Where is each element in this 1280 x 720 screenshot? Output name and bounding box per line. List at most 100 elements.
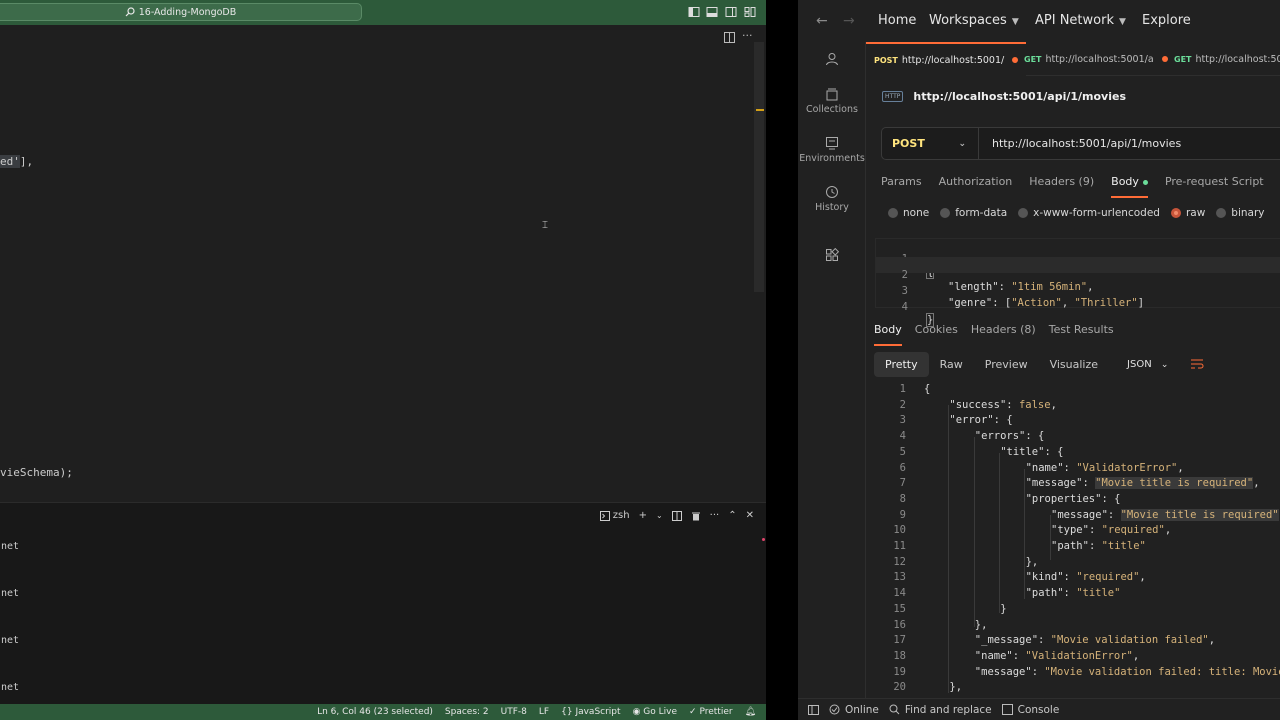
tab-response-headers[interactable]: Headers (8)	[971, 323, 1036, 346]
prettier-status[interactable]: ✓ Prettier	[689, 707, 733, 717]
line-number: 6	[899, 461, 906, 474]
request-title: HTTP http://localhost:5001/api/1/movies	[882, 90, 1126, 103]
json-key: "title"	[1000, 445, 1045, 458]
line-number: 16	[893, 618, 906, 631]
line-ending[interactable]: LF	[539, 707, 549, 717]
code-text: "message": "Movie title is required",	[1025, 477, 1260, 490]
json-punctuation: ,	[1132, 649, 1140, 662]
terminal-shell[interactable]: zsh	[599, 510, 630, 521]
go-live-button[interactable]: ◉ Go Live	[633, 707, 677, 717]
online-status[interactable]: Online	[829, 704, 879, 716]
toggle-sidebar-icon[interactable]	[688, 6, 700, 18]
json-key: "errors"	[974, 430, 1026, 443]
more-actions-icon[interactable]: ···	[742, 29, 753, 42]
encoding[interactable]: UTF-8	[501, 707, 527, 717]
customize-layout-icon[interactable]	[744, 6, 756, 18]
tab-method: POST	[874, 55, 898, 65]
view-raw[interactable]: Raw	[929, 352, 974, 377]
sidebar-item-account[interactable]	[798, 52, 866, 69]
code-text: }	[1000, 603, 1006, 615]
forward-arrow-icon[interactable]: →	[843, 13, 855, 29]
request-body-editor[interactable]: 1 { 2 "length": "1tim 56min", 3 "genre":…	[875, 238, 1280, 327]
code-line-rest: ],	[19, 155, 34, 168]
terminal-panel[interactable]: zsh + ⌄ ··· ⌃ ✕ net net net net	[0, 502, 766, 704]
nav-home[interactable]: Home	[878, 13, 916, 28]
go-live-label: Go Live	[643, 707, 678, 717]
split-editor-icon[interactable]	[724, 32, 735, 43]
tab-response-body[interactable]: Body	[874, 323, 902, 346]
sidebar-item-collections[interactable]: Collections	[798, 87, 866, 115]
tab-headers[interactable]: Headers (9)	[1029, 175, 1094, 198]
tab-authorization[interactable]: Authorization	[939, 175, 1013, 198]
tab-body[interactable]: Body	[1111, 175, 1148, 198]
json-value: "ValidatorError"	[1076, 461, 1178, 474]
new-terminal-icon[interactable]: +	[639, 510, 647, 521]
view-preview[interactable]: Preview	[974, 352, 1039, 377]
nav-explore[interactable]: Explore	[1142, 13, 1191, 28]
tab-pre-request-script[interactable]: Pre-request Script	[1165, 175, 1264, 198]
tab-request[interactable]: POST http://localhost:5001/	[866, 42, 1027, 76]
request-tabs: POST http://localhost:5001/ GET http://l…	[866, 42, 1280, 76]
response-line: 2 "success": false,	[874, 399, 1280, 415]
radio-label: none	[903, 207, 930, 219]
more-icon[interactable]: ···	[710, 510, 720, 521]
tab-request[interactable]: GET http://localhost:50	[1166, 42, 1280, 76]
split-terminal-icon[interactable]	[671, 510, 682, 521]
toggle-sidebar-button[interactable]	[808, 704, 819, 715]
indentation[interactable]: Spaces: 2	[445, 707, 489, 717]
url-input[interactable]	[992, 137, 1272, 150]
url-bar: POST ⌄	[881, 127, 1280, 160]
terminal-line: net	[1, 635, 20, 646]
json-key: "name"	[1025, 461, 1064, 474]
line-number: 14	[893, 587, 906, 600]
json-value: false	[1018, 398, 1051, 411]
command-center[interactable]: 16-Adding-MongoDB	[0, 3, 362, 21]
toggle-panel-icon[interactable]	[706, 6, 718, 18]
view-pretty[interactable]: Pretty	[874, 351, 929, 377]
radio-selected-icon	[1170, 208, 1181, 218]
tab-method: GET	[1174, 54, 1192, 64]
code-editor[interactable]: ··· ed'], vieSchema); ⌶	[0, 25, 766, 502]
sidebar-item-apps[interactable]	[798, 248, 866, 265]
editor-scrollbar[interactable]	[754, 42, 764, 292]
tab-body-label: Body	[1111, 175, 1139, 188]
tab-request[interactable]: GET http://localhost:5001/a	[1016, 42, 1176, 76]
wrap-lines-icon[interactable]	[1190, 358, 1204, 370]
cursor-position[interactable]: Ln 6, Col 46 (23 selected)	[317, 707, 433, 717]
console-button[interactable]: Console	[1001, 704, 1059, 716]
editor-line: 3 "genre": ["Action", "Thriller"]	[876, 273, 1280, 309]
request-name[interactable]: http://localhost:5001/api/1/movies	[913, 90, 1126, 103]
maximize-panel-icon[interactable]: ⌃	[728, 510, 736, 521]
nav-workspaces[interactable]: Workspaces ▼	[929, 13, 1019, 28]
back-arrow-icon[interactable]: ←	[816, 13, 828, 29]
line-number: 9	[899, 508, 906, 521]
tab-cookies[interactable]: Cookies	[915, 323, 958, 346]
radio-urlencoded[interactable]: x-www-form-urlencoded	[1018, 207, 1160, 219]
close-panel-icon[interactable]: ✕	[746, 510, 754, 521]
radio-binary[interactable]: binary	[1216, 207, 1265, 219]
language-mode[interactable]: {} JavaScript	[561, 707, 620, 717]
radio-raw[interactable]: raw	[1170, 207, 1205, 219]
nav-api-network[interactable]: API Network ▼	[1035, 13, 1126, 28]
json-punctuation: },	[974, 618, 988, 631]
format-select[interactable]: JSON ⌄	[1117, 353, 1178, 376]
sidebar-item-history[interactable]: History	[798, 185, 866, 213]
chevron-down-icon[interactable]: ⌄	[656, 511, 663, 520]
tab-params[interactable]: Params	[881, 175, 922, 198]
json-value: "required"	[1101, 524, 1165, 537]
find-replace-button[interactable]: Find and replace	[889, 704, 992, 716]
editor-line: 4 }	[876, 289, 1280, 327]
toggle-secondary-sidebar-icon[interactable]	[725, 6, 737, 18]
response-body[interactable]: 1{2 "success": false, 3 "error": {4 "errors"…	[874, 383, 1280, 693]
json-key: "name"	[974, 649, 1013, 662]
bell-icon[interactable]: 🔔︎	[745, 707, 756, 717]
postman-statusbar: Online Find and replace Console	[798, 698, 1280, 720]
radio-none[interactable]: none	[888, 207, 929, 219]
radio-form-data[interactable]: form-data	[940, 207, 1007, 219]
method-select[interactable]: POST ⌄	[882, 128, 979, 159]
tab-test-results[interactable]: Test Results	[1049, 323, 1114, 346]
view-visualize[interactable]: Visualize	[1039, 352, 1109, 377]
trash-icon[interactable]	[691, 511, 701, 521]
selected-text: ed'	[0, 155, 20, 168]
sidebar-item-environments[interactable]: Environments	[798, 136, 866, 164]
